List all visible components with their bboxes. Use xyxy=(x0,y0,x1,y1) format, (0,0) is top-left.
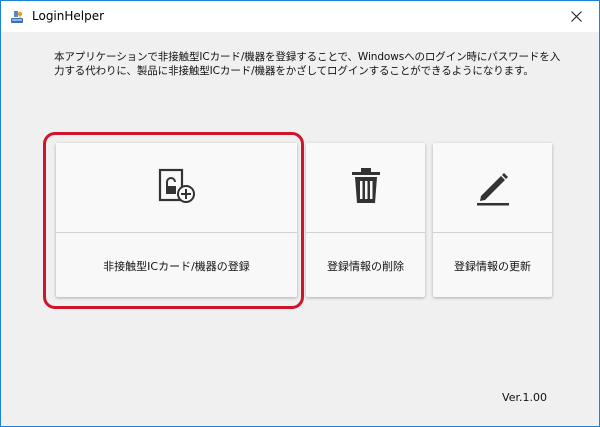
update-icon-area[interactable] xyxy=(433,143,552,233)
close-button[interactable] xyxy=(553,1,599,32)
delete-registration-label: 登録情報の削除 xyxy=(327,259,404,273)
pencil-icon xyxy=(473,166,513,210)
delete-registration-button[interactable]: 登録情報の削除 xyxy=(306,143,425,297)
update-registration-button[interactable]: 登録情報の更新 xyxy=(433,143,552,297)
version-label: Ver.1.00 xyxy=(502,391,547,404)
update-registration-label: 登録情報の更新 xyxy=(454,259,531,273)
delete-icon-area[interactable] xyxy=(306,143,425,233)
register-highlight-frame xyxy=(43,132,304,309)
trash-icon xyxy=(349,166,383,210)
app-description: 本アプリケーションで非接触型ICカード/機器を登録することで、Windowsへの… xyxy=(54,51,561,77)
close-icon xyxy=(570,7,582,26)
loginhelper-window: LoginHelper 本アプリケーションで非接触型ICカード/機器を登録するこ… xyxy=(0,0,600,427)
title-bar[interactable]: LoginHelper xyxy=(1,1,599,32)
window-title: LoginHelper xyxy=(32,9,105,23)
loginhelper-app-icon xyxy=(9,9,25,25)
